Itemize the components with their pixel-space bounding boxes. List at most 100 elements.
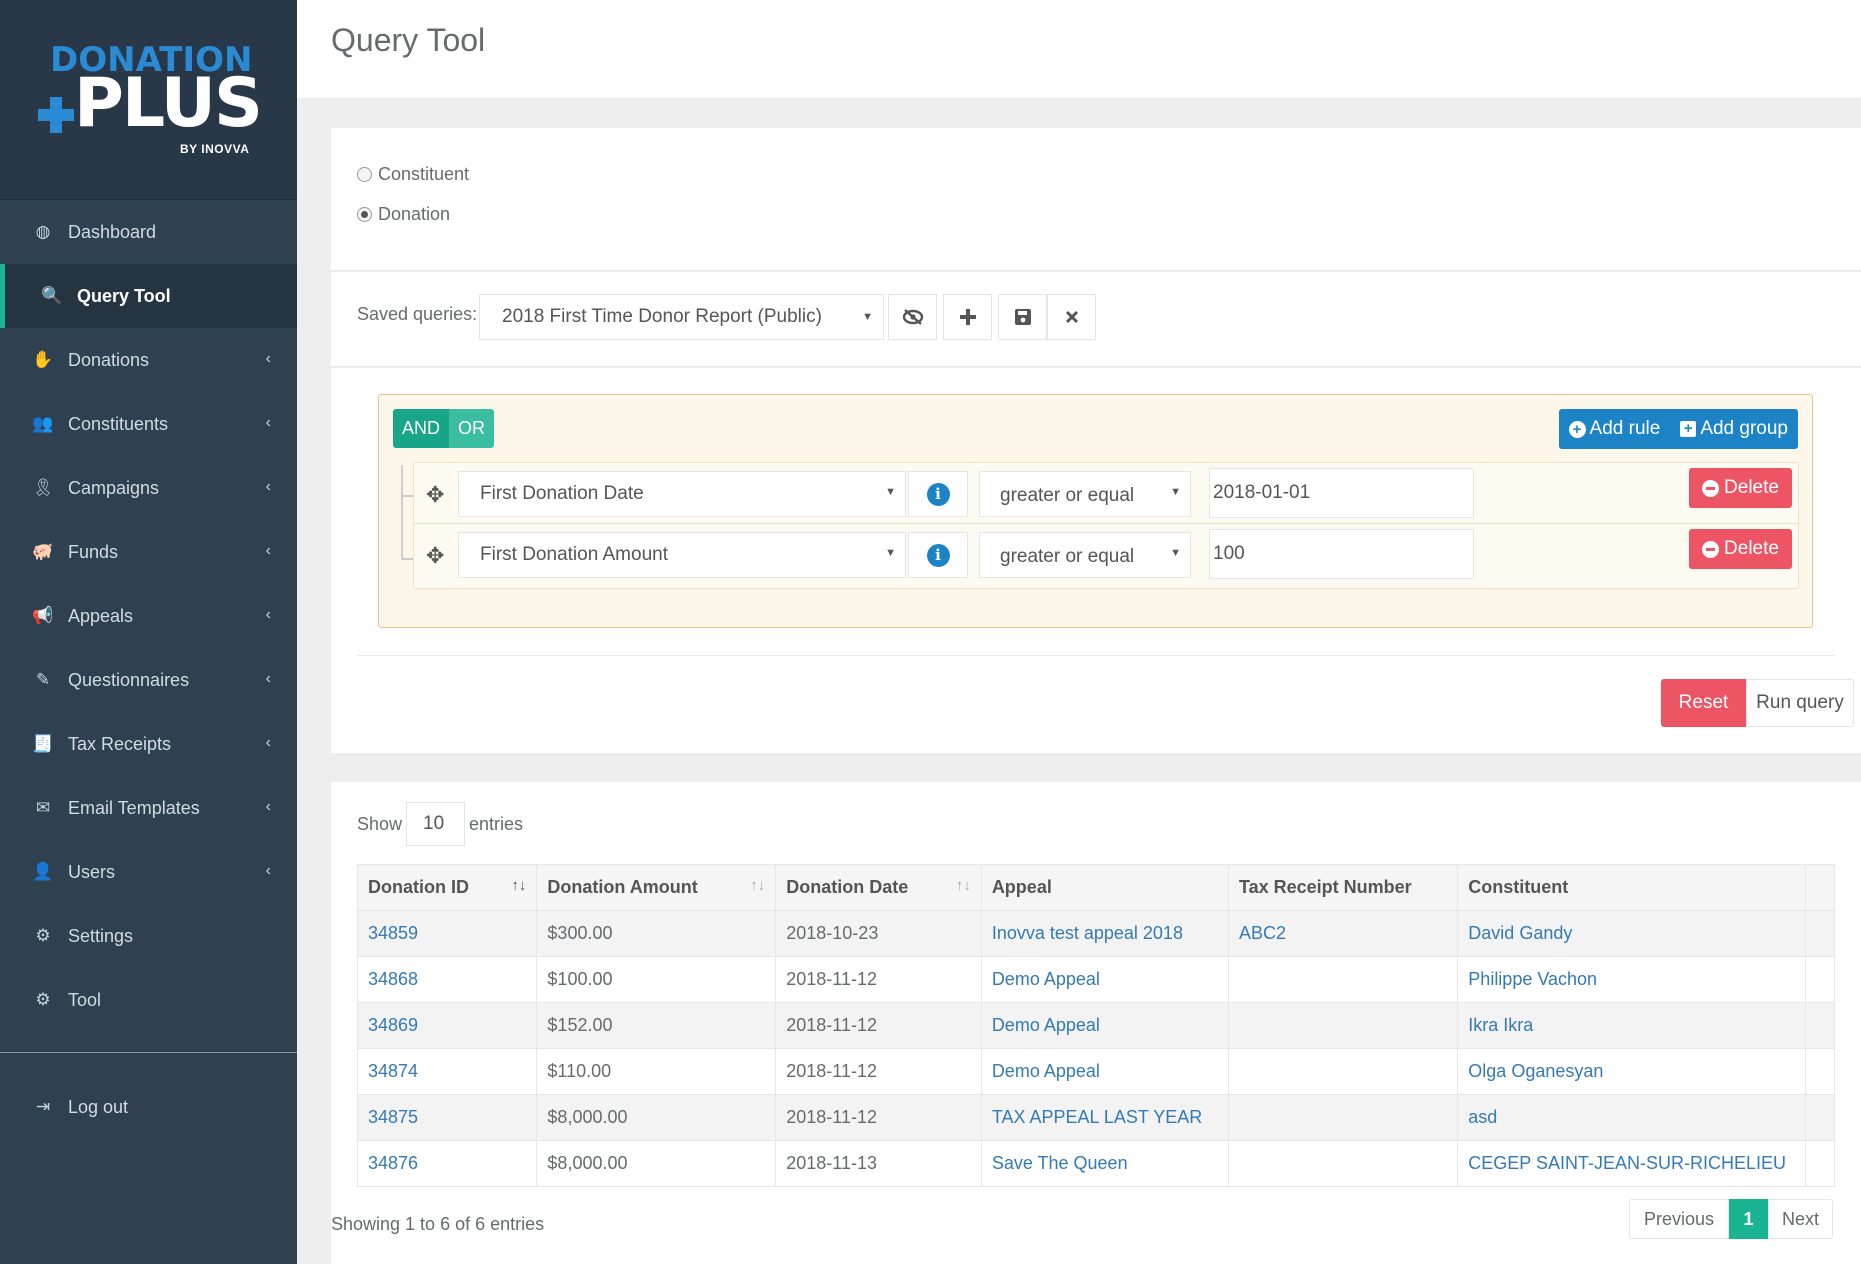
table-row: 34875 $8,000.00 2018-11-12 TAX APPEAL LAST … <box>356 1094 1835 1141</box>
sidebar-item-users[interactable]: 👤 Users ‹ <box>0 840 297 904</box>
radio-button[interactable] <box>357 207 372 222</box>
radio-donation[interactable]: Donation <box>357 204 450 225</box>
rule-info-button[interactable]: i <box>908 471 968 517</box>
save-query-button[interactable] <box>998 294 1047 340</box>
table-cell-donation-id[interactable]: 34875 <box>356 1094 538 1141</box>
column-header-donation-id[interactable]: Donation ID ↑↓ <box>356 864 538 911</box>
gear-icon: ⚙ <box>35 926 51 945</box>
sidebar-item-donations[interactable]: ✋ Donations ‹ <box>0 328 297 392</box>
table-cell-constituent[interactable]: asd <box>1457 1094 1807 1141</box>
save-icon <box>1014 309 1031 325</box>
caret-down-icon: ▼ <box>885 547 896 559</box>
table-cell-donation-id[interactable]: 34859 <box>356 910 538 957</box>
table-cell-constituent[interactable]: CEGEP SAINT-JEAN-SUR-RICHELIEU <box>1457 1140 1807 1187</box>
condition-and-button[interactable]: AND <box>393 409 450 448</box>
sidebar-item-funds[interactable]: 🐖 Funds ‹ <box>0 520 297 584</box>
hand-donation-icon: ✋ <box>32 350 54 369</box>
column-header-constituent[interactable]: Constituent <box>1457 864 1807 911</box>
add-query-button[interactable] <box>943 294 992 340</box>
sidebar-item-questionnaires[interactable]: ✎ Questionnaires ‹ <box>0 648 297 712</box>
edit-icon: ✎ <box>35 670 51 689</box>
radio-button[interactable] <box>357 167 372 182</box>
table-cell-donation-id[interactable]: 34876 <box>356 1140 538 1187</box>
table-cell-appeal[interactable]: TAX APPEAL LAST YEAR <box>980 1094 1229 1141</box>
drag-handle-icon[interactable]: ✥ <box>426 482 444 508</box>
table-cell-constituent[interactable]: Ikra Ikra <box>1457 1002 1807 1049</box>
caret-down-icon: ▼ <box>885 486 896 498</box>
reset-button[interactable]: Reset <box>1661 679 1746 727</box>
column-header-tax-receipt-number[interactable]: Tax Receipt Number <box>1227 864 1459 911</box>
sidebar-item-label: Dashboard <box>68 221 157 242</box>
table-cell-donation-amount: $100.00 <box>536 956 777 1003</box>
table-cell-appeal[interactable]: Demo Appeal <box>980 1002 1229 1049</box>
chevron-left-icon: ‹ <box>265 862 271 879</box>
column-header-extra <box>1805 864 1835 911</box>
rule-operator-select[interactable]: greater or equal ▼ <box>979 532 1191 578</box>
sidebar-item-settings[interactable]: ⚙ Settings <box>0 904 297 968</box>
pagination-previous[interactable]: Previous <box>1629 1199 1729 1239</box>
chevron-left-icon: ‹ <box>265 606 271 623</box>
toggle-visibility-button[interactable] <box>888 294 937 340</box>
rule-field-select[interactable]: First Donation Date ▼ <box>458 471 906 517</box>
add-buttons: + Add rule + Add group <box>1558 409 1798 449</box>
table-cell-appeal[interactable]: Demo Appeal <box>980 956 1229 1003</box>
eye-slash-icon <box>902 309 923 325</box>
table-summary: Showing 1 to 6 of 6 entries <box>331 1214 545 1234</box>
sidebar-item-email-templates[interactable]: ✉ Email Templates ‹ <box>0 776 297 840</box>
rule-operator-select[interactable]: greater or equal ▼ <box>979 471 1191 517</box>
column-header-donation-date[interactable]: Donation Date ↑↓ <box>775 864 982 911</box>
sidebar-item-tax-receipts[interactable]: 🧾 Tax Receipts ‹ <box>0 712 297 776</box>
table-body: 34859 $300.00 2018-10-23 Inovva test appeal… <box>356 910 1835 1187</box>
rule-delete-button[interactable]: Delete <box>1689 529 1792 569</box>
column-header-appeal[interactable]: Appeal <box>980 864 1229 911</box>
logout-link[interactable]: ⇥ Log out <box>0 1075 297 1139</box>
sign-out-icon: ⇥ <box>35 1097 51 1116</box>
page-header: Query Tool <box>297 0 1861 99</box>
sidebar-item-constituents[interactable]: 👥 Constituents ‹ <box>0 392 297 456</box>
table-cell-tax-receipt-number[interactable]: ABC2 <box>1227 910 1459 957</box>
delete-label: Delete <box>1724 538 1779 559</box>
rule-delete-button[interactable]: Delete <box>1689 468 1792 508</box>
table-cell-donation-id[interactable]: 34868 <box>356 956 538 1003</box>
rule-info-button[interactable]: i <box>908 532 968 578</box>
sidebar-item-dashboard[interactable]: ◍ Dashboard <box>0 200 297 264</box>
add-group-button[interactable]: + Add group <box>1670 409 1798 449</box>
rule-value-input[interactable]: 2018-01-01 <box>1209 468 1474 518</box>
table-cell-appeal[interactable]: Save The Queen <box>980 1140 1229 1187</box>
page-length-select[interactable]: 10 <box>406 802 466 846</box>
pagination-page-1[interactable]: 1 <box>1729 1199 1768 1239</box>
saved-queries-selected: 2018 First Time Donor Report (Public) <box>502 306 822 327</box>
column-header-donation-amount[interactable]: Donation Amount ↑↓ <box>536 864 777 911</box>
table-cell-constituent[interactable]: Olga Oganesyan <box>1457 1048 1807 1095</box>
condition-toggle: AND OR <box>393 409 495 448</box>
rule-value-input[interactable]: 100 <box>1209 529 1474 579</box>
drag-handle-icon[interactable]: ✥ <box>426 543 444 569</box>
table-cell-donation-amount: $8,000.00 <box>536 1140 777 1187</box>
delete-query-button[interactable] <box>1047 294 1096 340</box>
table-cell-constituent[interactable]: Philippe Vachon <box>1457 956 1807 1003</box>
table-cell-constituent[interactable]: David Gandy <box>1457 910 1807 957</box>
sidebar-item-label: Donations <box>68 349 150 370</box>
run-query-button[interactable]: Run query <box>1746 679 1854 727</box>
radio-constituent[interactable]: Constituent <box>357 164 469 185</box>
megaphone-icon: 📢 <box>32 606 54 625</box>
sidebar-item-query-tool[interactable]: 🔍 Query Tool <box>0 264 297 328</box>
pagination-next[interactable]: Next <box>1768 1199 1833 1239</box>
sidebar-item-label: Tax Receipts <box>68 733 172 754</box>
saved-queries-select[interactable]: 2018 First Time Donor Report (Public) ▼ <box>479 294 884 340</box>
sidebar-item-tool[interactable]: ⚙ Tool <box>0 968 297 1032</box>
sidebar-item-label: Settings <box>68 925 134 946</box>
logo[interactable]: DONATION PLUS BY INOVVA <box>0 0 297 200</box>
add-rule-button[interactable]: + Add rule <box>1559 409 1671 449</box>
table-row: 34868 $100.00 2018-11-12 Demo Appeal Philipp… <box>356 956 1835 1003</box>
table-cell-appeal[interactable]: Demo Appeal <box>980 1048 1229 1095</box>
sidebar-item-campaigns[interactable]: 🎗 Campaigns ‹ <box>0 456 297 520</box>
chevron-left-icon: ‹ <box>265 350 271 367</box>
sidebar-item-appeals[interactable]: 📢 Appeals ‹ <box>0 584 297 648</box>
plus-circle-icon: + <box>1568 420 1586 438</box>
table-cell-appeal[interactable]: Inovva test appeal 2018 <box>980 910 1229 957</box>
table-cell-donation-id[interactable]: 34874 <box>356 1048 538 1095</box>
rule-field-select[interactable]: First Donation Amount ▼ <box>458 532 906 578</box>
condition-or-button[interactable]: OR <box>449 409 495 448</box>
table-cell-donation-id[interactable]: 34869 <box>356 1002 538 1049</box>
